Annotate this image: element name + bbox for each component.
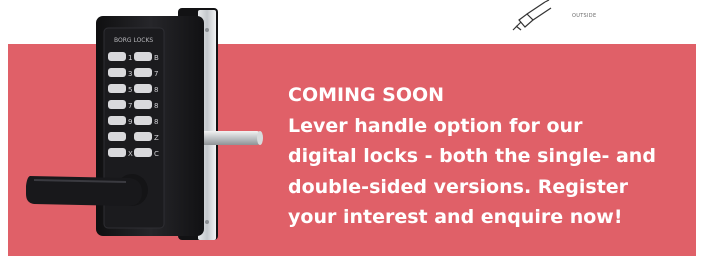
key-label: 8 <box>154 118 158 126</box>
promo-heading: COMING SOON <box>288 84 445 106</box>
key-label: 9 <box>128 118 132 126</box>
key-label: 7 <box>128 102 132 110</box>
key-label: C <box>154 150 159 158</box>
promo-line-1: Lever handle option for our <box>288 114 583 137</box>
digital-lock-image: BORG LOCKS 1 B 3 7 5 8 7 8 9 8 Z X C <box>26 8 263 240</box>
promo-line-2: digital locks - both the single- and <box>288 145 656 167</box>
key-label: 8 <box>154 102 158 110</box>
key-label: 7 <box>154 70 158 78</box>
key-label: 3 <box>128 70 132 78</box>
key-label: Z <box>154 134 159 142</box>
key-diagram-icon <box>512 0 552 31</box>
outside-label: OUTSIDE <box>572 13 597 19</box>
key-label: X <box>128 150 133 158</box>
promo-line-3: double-sided versions. Register <box>288 175 629 198</box>
key-label: B <box>154 54 159 62</box>
keypad-brand: BORG LOCKS <box>114 37 153 44</box>
promo-line-4: your interest and enquire now! <box>288 206 623 228</box>
key-label: 8 <box>154 86 158 94</box>
key-label: 5 <box>128 86 132 94</box>
promo-text: COMING SOON Lever handle option for our … <box>288 80 688 233</box>
key-label: 1 <box>128 54 132 62</box>
